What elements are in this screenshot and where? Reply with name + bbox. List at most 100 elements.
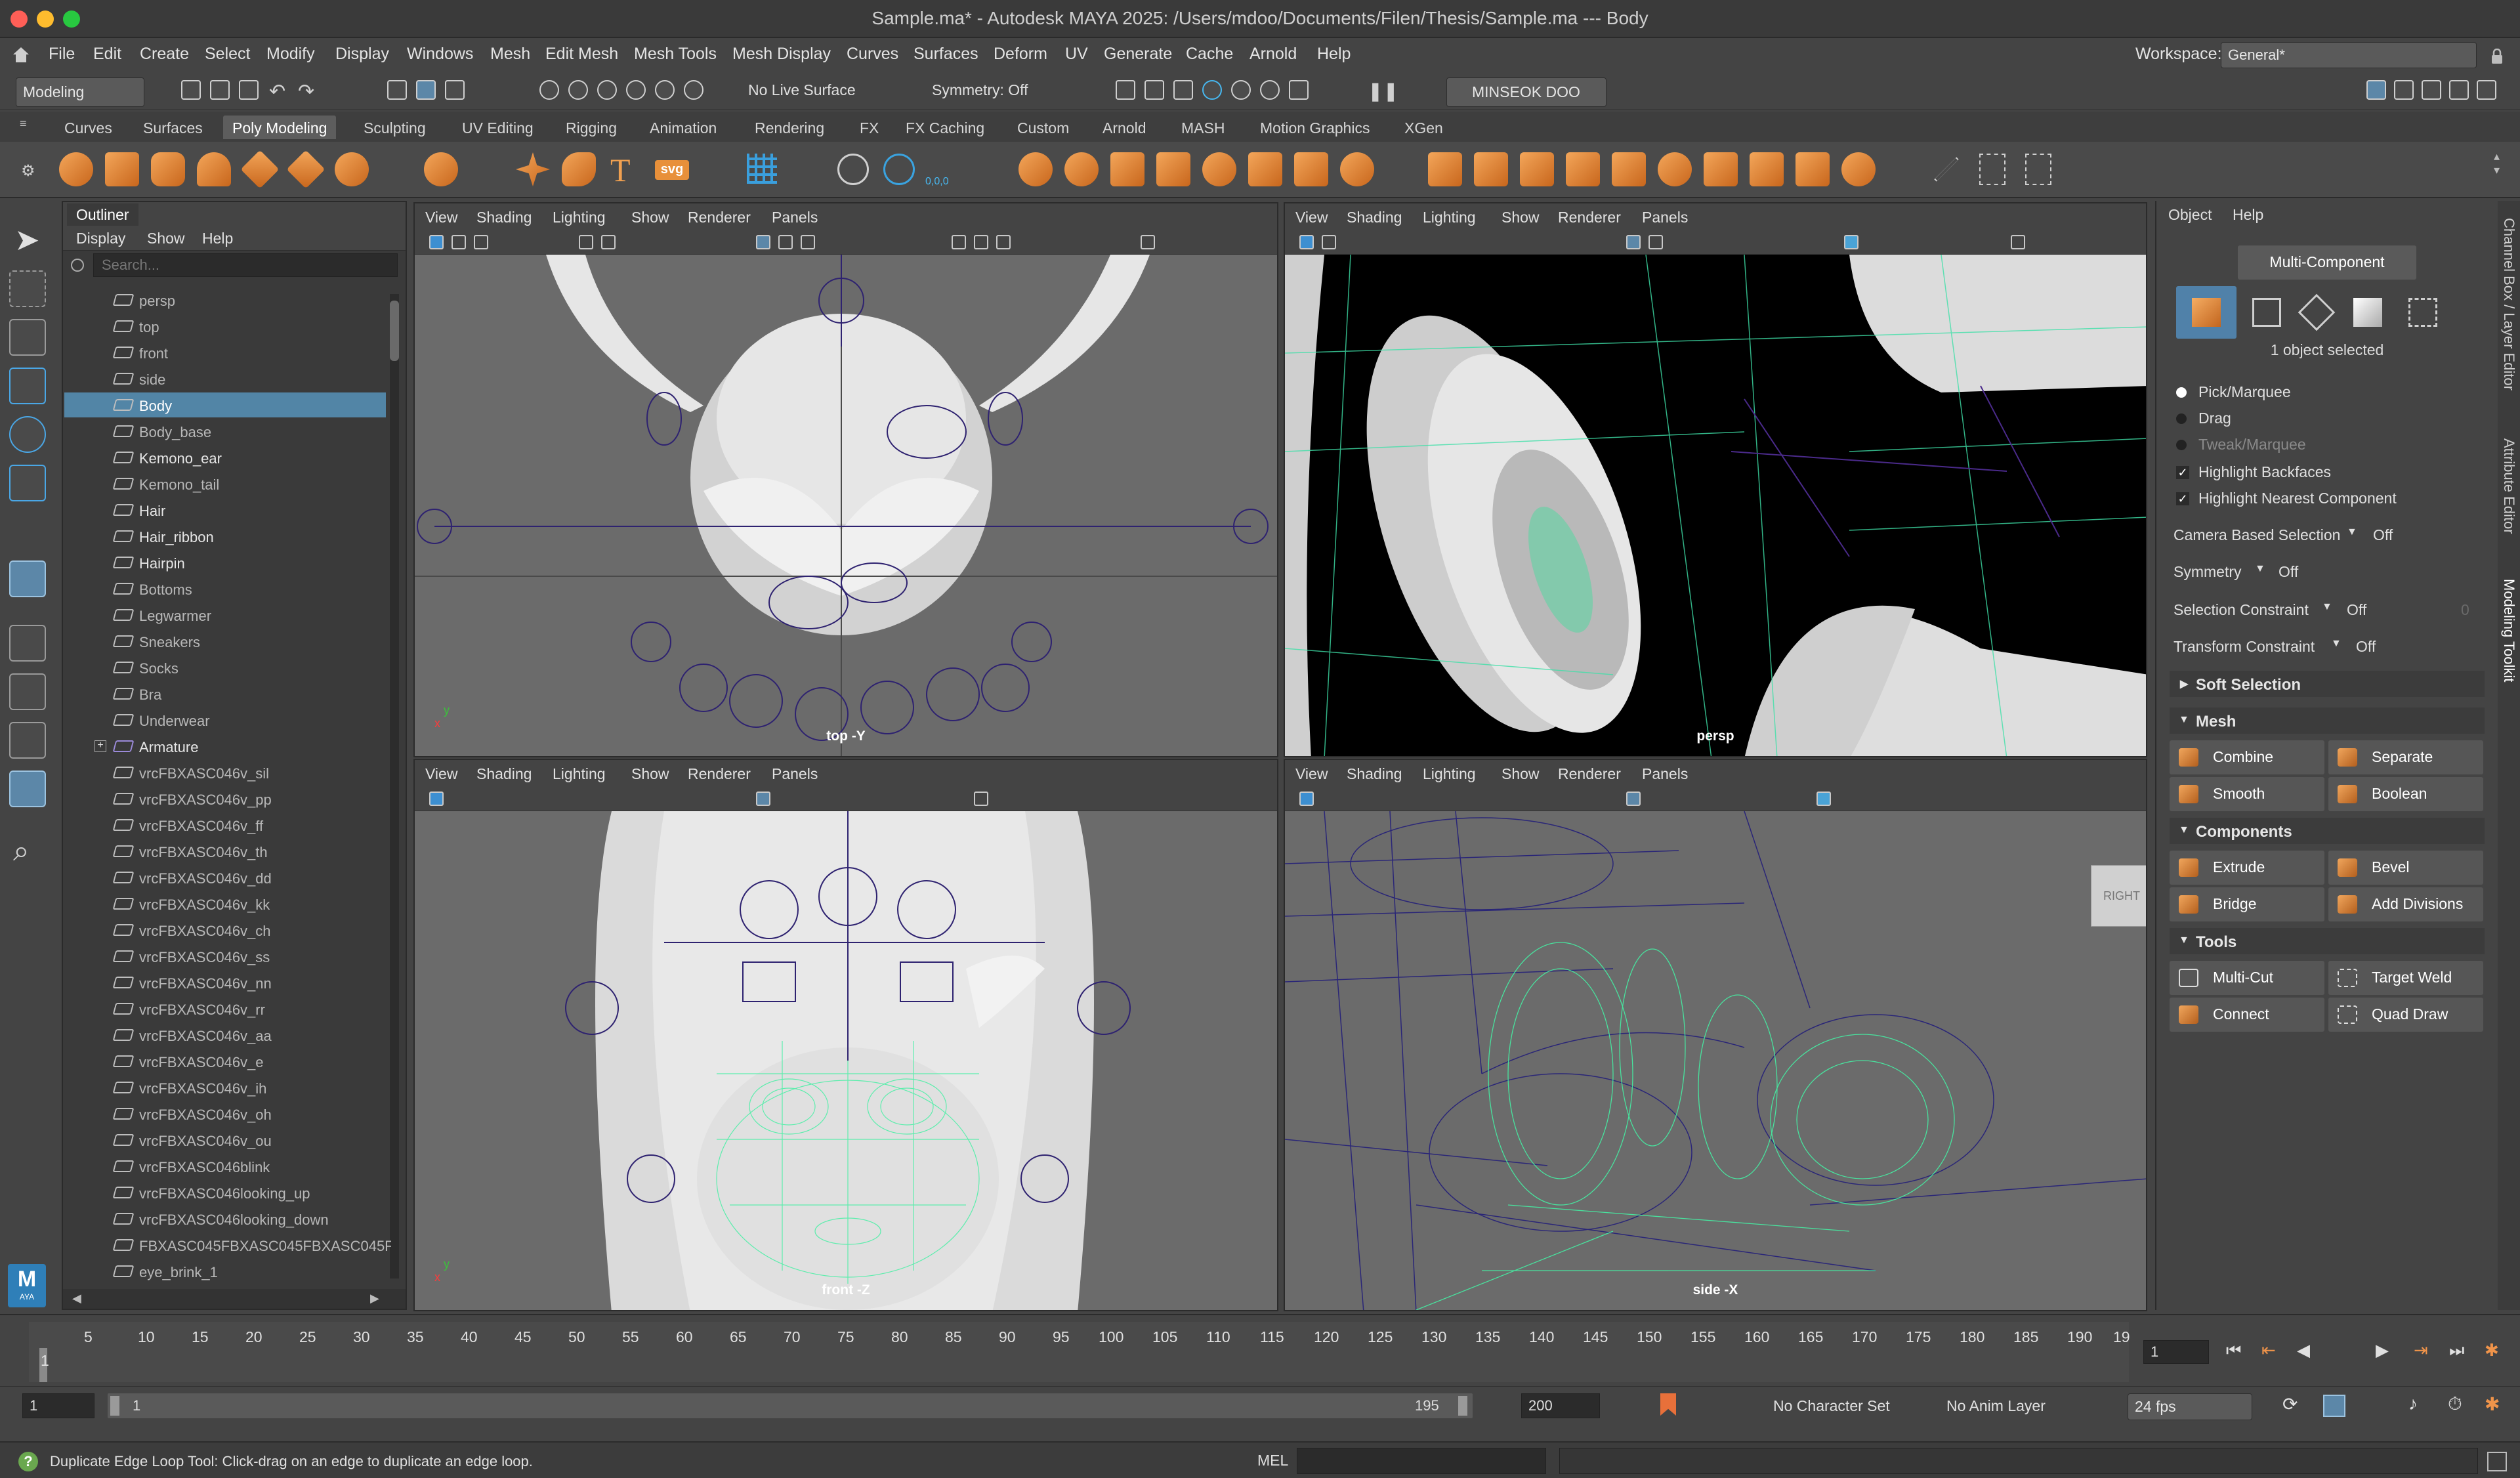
go-to-end-icon[interactable]: ⏭ [2449,1340,2464,1361]
open-scene-icon[interactable] [210,80,230,100]
toggle-tool-settings-icon[interactable] [2422,80,2441,100]
lock-icon[interactable] [2491,48,2503,64]
triangulate-icon[interactable] [1796,152,1830,186]
tools-section[interactable]: ▼ Tools [2170,928,2485,954]
chevron-down-icon[interactable]: ▼ [2331,638,2342,650]
menu-edit-mesh[interactable]: Edit Mesh [545,45,618,64]
persp-outliner-layout-icon[interactable] [9,673,46,710]
outliner-item-persp[interactable]: persp [64,287,386,312]
shelf-tab-custom[interactable]: Custom [1008,116,1078,139]
snap-surface-icon[interactable] [655,80,675,100]
viewport-menu-panels[interactable]: Panels [772,765,818,783]
menu-generate[interactable]: Generate [1104,45,1172,64]
viewport-menu-view[interactable]: View [425,209,457,226]
uv-mode-icon[interactable] [2408,298,2437,327]
persp-graph-layout-icon[interactable] [9,722,46,759]
camera-attributes-icon[interactable] [452,235,466,249]
shelf-settings-gear-icon[interactable]: ⚙ [21,161,35,180]
playback-speed-icon[interactable]: ⏱ [2448,1393,2462,1415]
save-scene-icon[interactable] [239,80,259,100]
separate-shelf-icon[interactable] [1064,152,1099,186]
menu-select[interactable]: Select [205,45,250,64]
outliner-item-blendshape[interactable]: vrcFBXASC046v_ou [64,1128,386,1152]
render-current-icon[interactable] [1144,80,1164,100]
menu-curves[interactable]: Curves [847,45,898,64]
outliner-item-armature[interactable]: + Armature [64,734,386,759]
select-hierarchy-icon[interactable] [387,80,407,100]
viewport-menu-panels[interactable]: Panels [1642,209,1688,226]
shelf-tab-fx[interactable]: FX [850,116,888,139]
outliner-item-side[interactable]: side [64,366,386,391]
preferences-icon[interactable]: ✱ [2485,1393,2500,1415]
extrude-shelf-icon[interactable] [1428,152,1462,186]
xray-icon[interactable] [974,792,988,806]
light-editor-icon[interactable] [1289,80,1309,100]
menu-mesh-display[interactable]: Mesh Display [732,45,831,64]
outliner-item-front[interactable]: front [64,340,386,365]
transform-constraint-value[interactable]: Off [2356,638,2376,656]
multi-component-button[interactable]: Multi-Component [2238,245,2416,280]
select-component-icon[interactable] [445,80,465,100]
viewport-menu-view[interactable]: View [425,765,457,783]
selection-constraint-label[interactable]: Selection Constraint [2174,601,2309,619]
step-back-frame-icon[interactable]: ◀ [2297,1340,2310,1361]
scroll-left-icon[interactable]: ◀ [72,1292,81,1305]
expand-icon[interactable]: + [94,740,106,752]
outliner-item-blendshape[interactable]: vrcFBXASC046v_ch [64,918,386,942]
menu-modify[interactable]: Modify [266,45,315,64]
cache-playback-icon[interactable] [2323,1395,2345,1417]
outliner-item-blendshape[interactable]: vrcFBXASC046v_pp [64,786,386,811]
snap-curve-icon[interactable] [568,80,588,100]
viewport-menu-shading[interactable]: Shading [476,765,532,783]
viewport-menu-shading[interactable]: Shading [1347,209,1402,226]
render-setup-icon[interactable] [1260,80,1280,100]
redo-icon[interactable]: ↷ [298,80,314,103]
viewport-menu-show[interactable]: Show [1502,765,1540,783]
mesh-grid-icon[interactable] [747,154,777,184]
toolkit-tab-object[interactable]: Object [2168,206,2212,224]
range-slider[interactable]: 1 195 [108,1393,1473,1418]
workspace-dropdown[interactable]: General* [2221,42,2477,68]
hypershade-icon[interactable] [1231,80,1251,100]
live-surface-label[interactable]: No Live Surface [748,81,856,99]
menu-surfaces[interactable]: Surfaces [914,45,978,64]
fps-dropdown[interactable]: 24 fps [2128,1393,2252,1420]
outliner-item-blendshape[interactable]: vrcFBXASC046v_aa [64,1023,386,1047]
outliner-item-top[interactable]: top [64,314,386,339]
go-to-start-icon[interactable]: ⏮ [2226,1340,2241,1361]
drag-label[interactable]: Drag [2198,410,2231,427]
offset-edge-loop-icon[interactable] [2025,154,2051,185]
symmetry-label[interactable]: Symmetry [2174,563,2242,581]
bridge-shelf-icon[interactable] [1474,152,1508,186]
screen-space-ao-icon[interactable] [2011,235,2025,249]
viewport-menu-show[interactable]: Show [631,209,669,226]
poly-cube-icon[interactable] [105,152,139,186]
outliner-scroll-thumb[interactable] [390,301,399,361]
home-icon[interactable] [12,46,30,63]
outliner-menu-help[interactable]: Help [202,230,233,247]
menu-edit[interactable]: Edit [93,45,121,64]
separate-button[interactable]: Separate [2328,740,2483,774]
select-camera-icon[interactable] [1299,792,1314,806]
poly-sphere-icon[interactable] [59,152,93,186]
toggle-attribute-editor-icon[interactable] [2394,80,2414,100]
viewport-menu-lighting[interactable]: Lighting [553,765,606,783]
play-forward-icon[interactable]: ▶ [2376,1340,2389,1361]
outliner-item-blendshape[interactable]: vrcFBXASC046v_th [64,839,386,864]
camera-based-selection-label[interactable]: Camera Based Selection [2174,526,2340,544]
outliner-item-blendshape[interactable]: vrcFBXASC046v_oh [64,1101,386,1126]
viewport-front[interactable]: View Shading Lighting Show Renderer Pane… [413,759,1278,1311]
scroll-right-icon[interactable]: ▶ [370,1292,379,1305]
bridge-button[interactable]: Bridge [2170,887,2324,921]
toggle-modeling-toolkit-icon[interactable] [2366,80,2386,100]
outliner-title-tab[interactable]: Outliner [67,203,138,226]
multi-cut-shelf-icon[interactable] [1934,157,1959,182]
center-pivot-icon[interactable] [837,154,869,185]
viewport-side[interactable]: View Shading Lighting Show Renderer Pane… [1284,759,2147,1311]
poly-torus-icon[interactable] [286,150,326,189]
select-tool-icon[interactable]: ➤ [14,222,40,257]
platonic-solid-icon[interactable] [424,152,458,186]
combine-shelf-icon[interactable] [1018,152,1053,186]
highlight-backfaces-label[interactable]: Highlight Backfaces [2198,463,2331,481]
highlight-backfaces-checkbox[interactable]: ✓ [2176,466,2189,479]
